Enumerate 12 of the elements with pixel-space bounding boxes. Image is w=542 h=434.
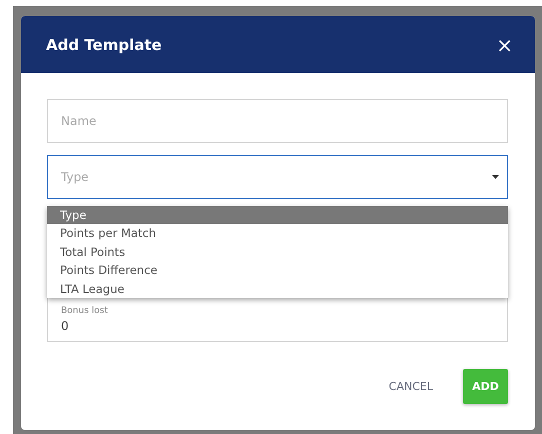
cancel-button[interactable]: CANCEL bbox=[386, 376, 435, 397]
dropdown-option[interactable]: Points Difference bbox=[47, 261, 508, 280]
field-value: 0 bbox=[61, 319, 70, 333]
dialog-title: Add Template bbox=[46, 36, 162, 54]
caret-icon bbox=[492, 175, 499, 179]
field-label: Bonus lost bbox=[61, 306, 109, 316]
dropdown-option[interactable]: Type bbox=[47, 206, 508, 224]
dropdown-option[interactable]: Total Points bbox=[47, 242, 508, 262]
dropdown-option[interactable]: Points per Match bbox=[47, 224, 508, 243]
type-select[interactable]: Type bbox=[47, 155, 508, 199]
name-field[interactable]: Name bbox=[47, 99, 508, 143]
close-button[interactable]: × bbox=[496, 32, 513, 56]
